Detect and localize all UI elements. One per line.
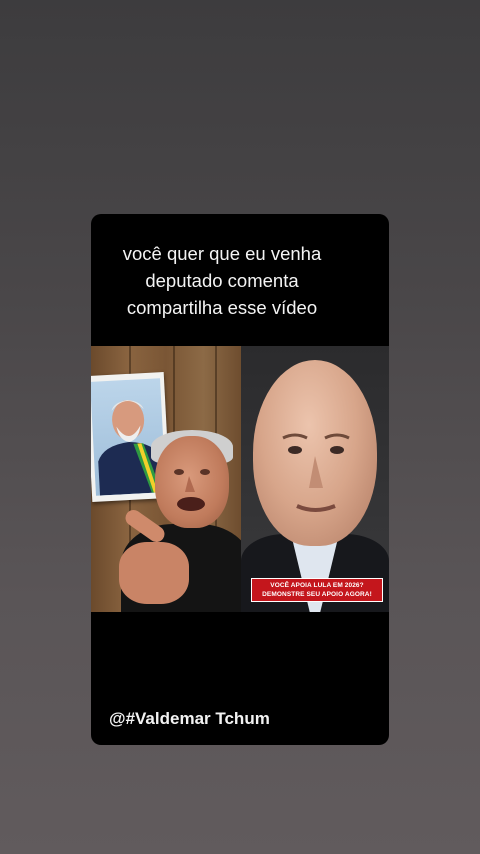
video-caption: você quer que eu venha deputado comenta … <box>91 240 353 321</box>
caption-line: você quer que eu venha <box>122 243 322 264</box>
banner-line: VOCÊ APOIA LULA EM 2026? <box>270 582 364 589</box>
speaker-features-icon <box>174 469 210 511</box>
man-features-icon <box>282 433 350 512</box>
bald-man-face <box>253 360 377 546</box>
left-video-panel <box>91 346 241 612</box>
speaker-hand <box>119 542 189 604</box>
promo-banner: VOCÊ APOIA LULA EM 2026? DEMONSTRE SEU A… <box>251 578 383 602</box>
video-player[interactable]: você quer que eu venha deputado comenta … <box>91 214 389 745</box>
right-video-panel: VOCÊ APOIA LULA EM 2026? DEMONSTRE SEU A… <box>241 346 389 612</box>
video-frame: VOCÊ APOIA LULA EM 2026? DEMONSTRE SEU A… <box>91 346 389 612</box>
caption-line: deputado comenta <box>145 270 299 291</box>
banner-line: DEMONSTRE SEU APOIO AGORA! <box>262 591 372 598</box>
caption-line: compartilha esse vídeo <box>126 297 318 318</box>
speaker-face <box>155 436 229 528</box>
creator-handle: @#Valdemar Tchum <box>109 709 270 728</box>
